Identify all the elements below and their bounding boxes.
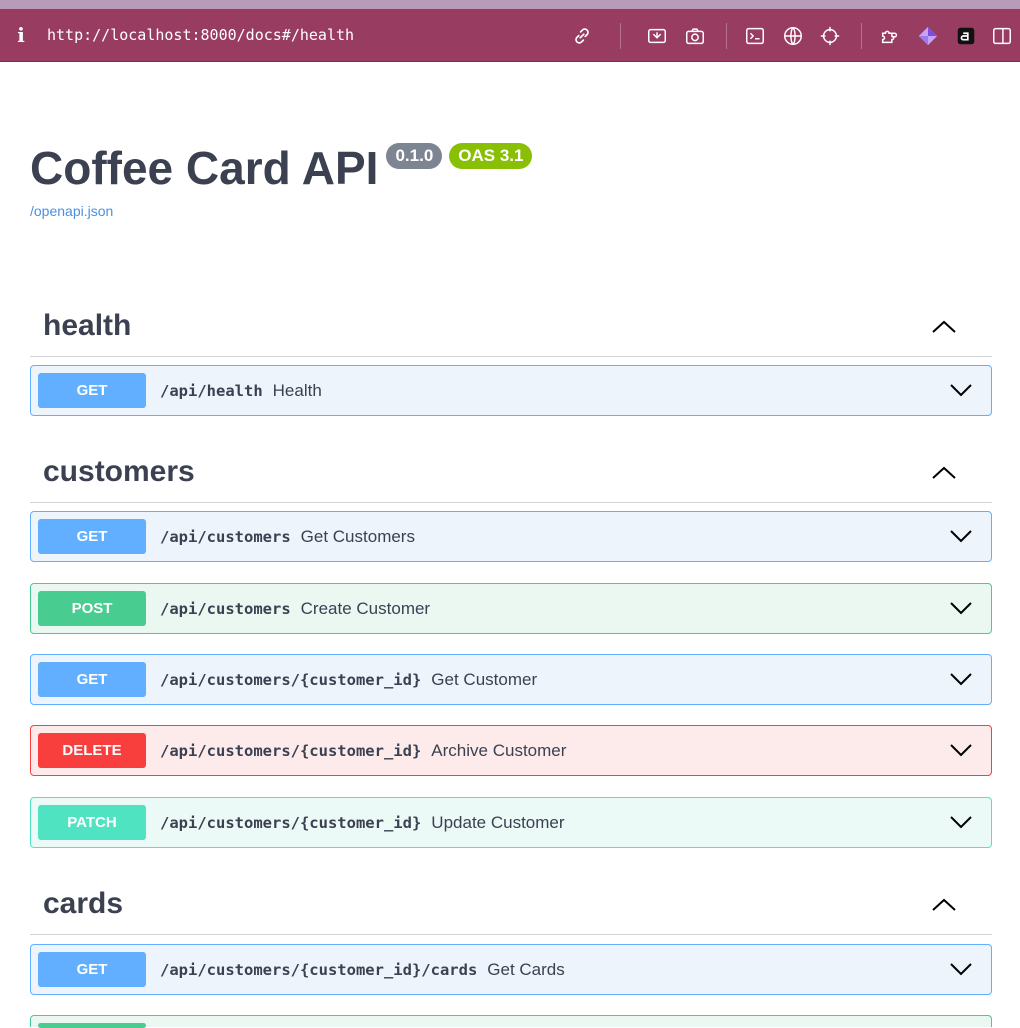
operation-summary: Get Cards — [487, 960, 565, 979]
chevron-down-icon[interactable] — [948, 598, 974, 618]
operation-get-cards[interactable]: GET /api/customers/{customer_id}/cards Ge… — [30, 944, 992, 995]
method-badge: GET — [38, 662, 146, 697]
chevron-down-icon[interactable] — [948, 526, 974, 546]
camera-icon[interactable] — [683, 24, 707, 48]
method-badge: PATCH — [38, 805, 146, 840]
section-header-health[interactable]: health — [30, 301, 992, 357]
method-badge: GET — [38, 373, 146, 408]
method-badge: DELETE — [38, 733, 146, 768]
version-badge: 0.1.0 — [386, 143, 443, 169]
gem-extension-icon[interactable] — [916, 24, 940, 48]
operation-get-health[interactable]: GET /api/health Health — [30, 365, 992, 416]
section-header-cards[interactable]: cards — [30, 879, 992, 935]
operation-summary: Update Customer — [431, 813, 565, 832]
info-icon[interactable]: i — [12, 23, 30, 47]
chevron-down-icon[interactable] — [948, 669, 974, 689]
toolbar-separator — [861, 23, 862, 49]
operation-get-customers[interactable]: GET /api/customers Get Customers — [30, 511, 992, 562]
globe-icon[interactable] — [781, 24, 805, 48]
chevron-up-icon[interactable] — [930, 895, 958, 915]
operation-path-line: /api/customers Get Customers — [160, 512, 415, 561]
browser-toolbar: i http://localhost:8000/docs#/health — [0, 9, 1020, 62]
operation-summary: Health — [272, 381, 322, 400]
operation-get-customer[interactable]: GET /api/customers/{customer_id} Get Cust… — [30, 654, 992, 705]
method-badge — [38, 1023, 146, 1028]
operation-path-line: /api/customers Create Customer — [160, 584, 430, 633]
chevron-down-icon[interactable] — [948, 740, 974, 760]
chevron-down-icon[interactable] — [948, 812, 974, 832]
operation-path-line: /api/customers/{customer_id} Get Customer — [160, 655, 537, 704]
window-top-edge — [0, 0, 1020, 9]
section-title: customers — [43, 455, 195, 488]
terminal-icon[interactable] — [743, 24, 767, 48]
section-title: cards — [43, 887, 124, 920]
chevron-up-icon[interactable] — [930, 317, 958, 337]
operation-path-line: /api/health Health — [160, 366, 322, 415]
operation-summary: Archive Customer — [431, 741, 567, 760]
extensions-icon[interactable] — [878, 24, 902, 48]
page-title: Coffee Card API — [30, 142, 379, 194]
oas-badge: OAS 3.1 — [449, 143, 533, 169]
operation-summary: Get Customer — [431, 670, 538, 689]
operation-path-line: /api/customers/{customer_id} Update Custo… — [160, 798, 565, 847]
section-header-customers[interactable]: customers — [30, 447, 992, 503]
crosshair-icon[interactable] — [818, 24, 842, 48]
sidebar-toggle-icon[interactable] — [990, 24, 1014, 48]
app-extension-icon[interactable] — [954, 24, 978, 48]
operation-path-line: /api/customers/{customer_id} Archive Cust… — [160, 726, 566, 775]
address-bar-url[interactable]: http://localhost:8000/docs#/health — [47, 26, 354, 44]
operation-path: /api/customers/{customer_id} — [160, 742, 422, 760]
operation-post-customers[interactable]: POST /api/customers Create Customer — [30, 583, 992, 634]
operation-path: /api/customers/{customer_id}/cards — [160, 961, 478, 979]
method-badge: POST — [38, 591, 146, 626]
section-title: health — [43, 309, 132, 342]
openapi-json-link[interactable]: /openapi.json — [30, 203, 113, 219]
operation-path: /api/customers — [160, 528, 291, 546]
chevron-up-icon[interactable] — [930, 463, 958, 483]
operation-path: /api/customers/{customer_id} — [160, 671, 422, 689]
operation-path-line: /api/customers/{customer_id}/cards Get Ca… — [160, 945, 565, 994]
method-badge: GET — [38, 519, 146, 554]
toolbar-separator — [620, 23, 621, 49]
operation-path: /api/customers/{customer_id} — [160, 814, 422, 832]
operation-delete-customer[interactable]: DELETE /api/customers/{customer_id} Archi… — [30, 725, 992, 776]
operation-path: /api/customers — [160, 600, 291, 618]
chevron-down-icon[interactable] — [948, 380, 974, 400]
operation-summary: Create Customer — [300, 599, 431, 618]
operation-summary: Get Customers — [300, 527, 415, 546]
link-icon[interactable] — [570, 24, 594, 48]
operation-patch-customer[interactable]: PATCH /api/customers/{customer_id} Update… — [30, 797, 992, 848]
method-badge: GET — [38, 952, 146, 987]
chevron-down-icon[interactable] — [948, 959, 974, 979]
toolbar-separator — [726, 23, 727, 49]
screenshot-region-icon[interactable] — [645, 24, 669, 48]
operation-post-cards-partial[interactable] — [30, 1015, 992, 1028]
api-title-row: Coffee Card API 0.1.0 OAS 3.1 — [30, 140, 533, 196]
operation-path: /api/health — [160, 382, 263, 400]
